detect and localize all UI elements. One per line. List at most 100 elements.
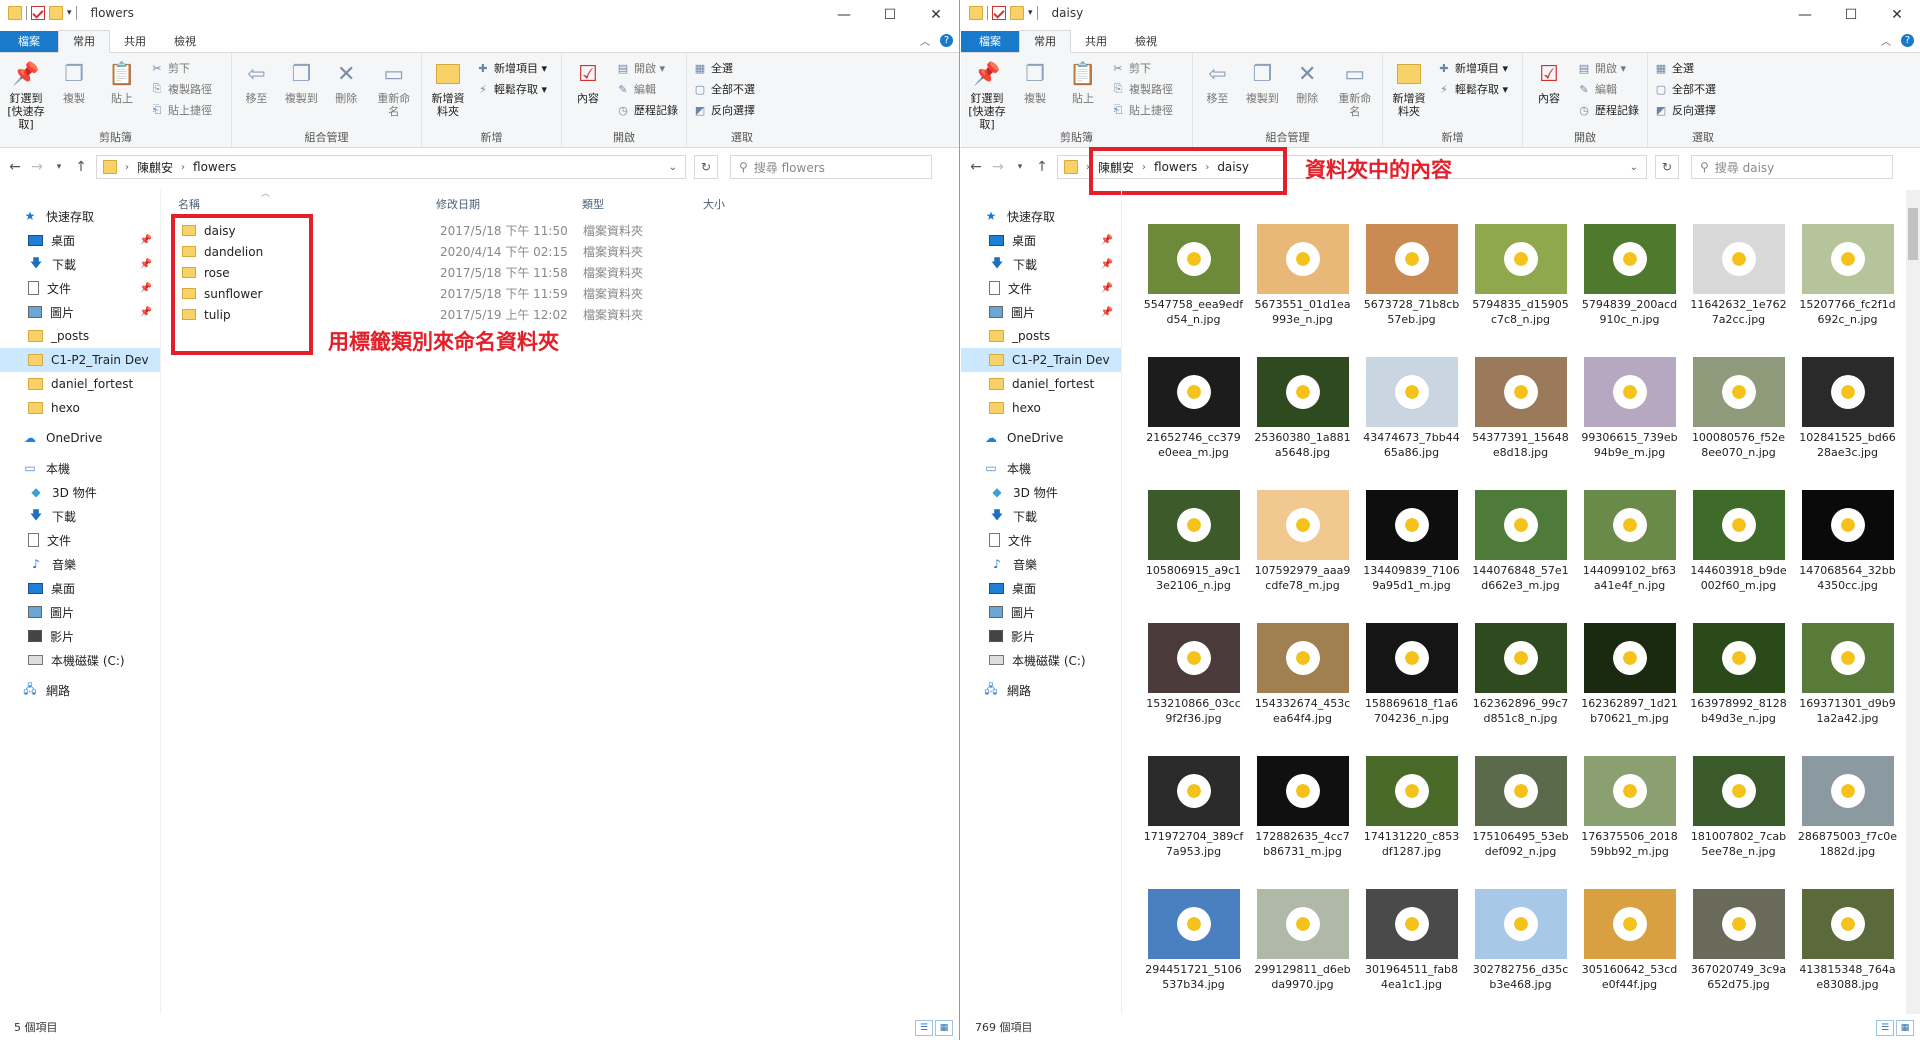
column-name[interactable]: 名稱 — [178, 196, 200, 212]
chevron-down-icon[interactable]: ▾ — [1028, 8, 1033, 18]
nav-item[interactable]: ◆ 3D 物件 — [0, 480, 160, 504]
nav-item[interactable]: 圖片 📌 — [0, 300, 160, 324]
forward-button[interactable]: → — [30, 159, 44, 175]
recent-locations-button[interactable]: ▾ — [1013, 162, 1027, 172]
nav-network[interactable]: 🖧 網路 — [0, 678, 160, 702]
copy-path-button[interactable]: ⎘ 複製路徑 — [150, 80, 212, 98]
nav-item[interactable]: 桌面 📌 — [961, 228, 1121, 252]
search-input[interactable]: ⚲ 搜尋 daisy — [1691, 155, 1893, 179]
tab-home[interactable]: 常用 — [1019, 30, 1071, 53]
image-thumbnail[interactable]: 21652746_cc379e0eea_m.jpg — [1139, 357, 1248, 490]
copy-path-button[interactable]: ⎘ 複製路徑 — [1111, 80, 1173, 98]
details-view-button[interactable]: ☰ — [1876, 1020, 1894, 1036]
nav-this-pc[interactable]: ▭ 本機 — [0, 456, 160, 480]
image-thumbnail[interactable]: 413815348_764ae83088.jpg — [1793, 889, 1902, 1022]
nav-item[interactable]: hexo — [0, 396, 160, 420]
image-thumbnail[interactable]: 299129811_d6ebda9970.jpg — [1248, 889, 1357, 1022]
image-thumbnail[interactable]: 134409839_71069a95d1_m.jpg — [1357, 490, 1466, 623]
image-thumbnail[interactable]: 162362896_99c7d851c8_n.jpg — [1466, 623, 1575, 756]
column-date[interactable]: 修改日期 — [436, 196, 480, 212]
image-thumbnail[interactable]: 162362897_1d21b70621_m.jpg — [1575, 623, 1684, 756]
cut-button[interactable]: ✂ 剪下 — [150, 59, 212, 77]
select-none-button[interactable]: ▢ 全部不選 — [1654, 80, 1716, 98]
image-thumbnail[interactable]: 286875003_f7c0e1882d.jpg — [1793, 756, 1902, 889]
image-thumbnail[interactable]: 5794835_d15905c7c8_n.jpg — [1466, 224, 1575, 357]
image-thumbnail[interactable]: 43474673_7bb4465a86.jpg — [1357, 357, 1466, 490]
image-thumbnail[interactable]: 367020749_3c9a652d75.jpg — [1684, 889, 1793, 1022]
image-thumbnail[interactable]: 302782756_d35cb3e468.jpg — [1466, 889, 1575, 1022]
image-thumbnail[interactable]: 102841525_bd6628ae3c.jpg — [1793, 357, 1902, 490]
maximize-button[interactable]: ☐ — [1828, 0, 1874, 30]
nav-item[interactable]: daniel_fortest — [961, 372, 1121, 396]
address-dropdown-icon[interactable]: ⌄ — [669, 162, 677, 173]
select-all-button[interactable]: ▦ 全選 — [693, 59, 755, 77]
image-thumbnail[interactable]: 171972704_389cf7a953.jpg — [1139, 756, 1248, 889]
nav-item[interactable]: 🡇 下載 📌 — [961, 252, 1121, 276]
maximize-button[interactable]: ☐ — [867, 0, 913, 30]
image-thumbnail[interactable]: 99306615_739eb94b9e_m.jpg — [1575, 357, 1684, 490]
forward-button[interactable]: → — [991, 159, 1005, 175]
nav-item[interactable]: 本機磁碟 (C:) — [961, 648, 1121, 672]
image-thumbnail[interactable]: 169371301_d9b91a2a42.jpg — [1793, 623, 1902, 756]
tab-share[interactable]: 共用 — [1071, 31, 1121, 52]
paste-shortcut-button[interactable]: ⎗ 貼上捷徑 — [1111, 101, 1173, 119]
nav-item[interactable]: 圖片 📌 — [961, 300, 1121, 324]
new-item-button[interactable]: ✚ 新增項目 ▾ — [476, 59, 547, 77]
recent-locations-button[interactable]: ▾ — [52, 162, 66, 172]
minimize-button[interactable]: — — [1782, 0, 1828, 30]
chevron-down-icon[interactable]: ▾ — [67, 8, 72, 18]
image-thumbnail[interactable]: 153210866_03cc9f2f36.jpg — [1139, 623, 1248, 756]
help-icon[interactable]: ? — [940, 34, 953, 47]
breadcrumb-item[interactable]: flowers — [193, 160, 236, 174]
invert-selection-button[interactable]: ◩ 反向選擇 — [693, 101, 755, 119]
nav-this-pc[interactable]: ▭ 本機 — [961, 456, 1121, 480]
open-button[interactable]: ▤ 開啟 ▾ — [1577, 59, 1639, 77]
refresh-button[interactable]: ↻ — [1655, 155, 1679, 179]
nav-item[interactable]: C1-P2_Train Dev — [961, 348, 1121, 372]
image-thumbnail[interactable]: 301964511_fab84ea1c1.jpg — [1357, 889, 1466, 1022]
help-icon[interactable]: ? — [1901, 34, 1914, 47]
scrollbar-thumb[interactable] — [1908, 208, 1918, 260]
image-thumbnail[interactable]: 181007802_7cab5ee78e_n.jpg — [1684, 756, 1793, 889]
history-button[interactable]: ◷ 歷程記錄 — [1577, 101, 1639, 119]
tab-file[interactable]: 檔案 — [961, 31, 1019, 52]
image-thumbnail[interactable]: 144076848_57e1d662e3_m.jpg — [1466, 490, 1575, 623]
nav-item[interactable]: _posts — [961, 324, 1121, 348]
image-thumbnail[interactable]: 158869618_f1a6704236_n.jpg — [1357, 623, 1466, 756]
history-button[interactable]: ◷ 歷程記錄 — [616, 101, 678, 119]
nav-quick-access[interactable]: ★ 快速存取 — [961, 204, 1121, 228]
refresh-button[interactable]: ↻ — [694, 155, 718, 179]
nav-item[interactable]: daniel_fortest — [0, 372, 160, 396]
image-thumbnail[interactable]: 172882635_4cc7b86731_m.jpg — [1248, 756, 1357, 889]
tab-view[interactable]: 檢視 — [1121, 31, 1171, 52]
image-thumbnail[interactable]: 25360380_1a881a5648.jpg — [1248, 357, 1357, 490]
address-bar[interactable]: › 陳麒安 › flowers ⌄ — [96, 155, 686, 179]
nav-item[interactable]: ♪ 音樂 — [0, 552, 160, 576]
back-button[interactable]: ← — [969, 159, 983, 175]
new-item-button[interactable]: ✚ 新增項目 ▾ — [1437, 59, 1508, 77]
image-thumbnail[interactable]: 11642632_1e7627a2cc.jpg — [1684, 224, 1793, 357]
close-button[interactable]: ✕ — [913, 0, 959, 30]
tab-home[interactable]: 常用 — [58, 30, 110, 53]
search-input[interactable]: ⚲ 搜尋 flowers — [730, 155, 932, 179]
image-thumbnail[interactable]: 174131220_c853df1287.jpg — [1357, 756, 1466, 889]
large-icons-view-button[interactable]: ▦ — [935, 1020, 953, 1036]
tab-share[interactable]: 共用 — [110, 31, 160, 52]
invert-selection-button[interactable]: ◩ 反向選擇 — [1654, 101, 1716, 119]
properties-icon[interactable] — [992, 6, 1006, 20]
image-thumbnail[interactable]: 175106495_53ebdef092_n.jpg — [1466, 756, 1575, 889]
image-thumbnail[interactable]: 107592979_aaa9cdfe78_m.jpg — [1248, 490, 1357, 623]
up-button[interactable]: ↑ — [1035, 159, 1049, 175]
vertical-scrollbar[interactable] — [1906, 190, 1920, 1014]
nav-item[interactable]: 文件 📌 — [961, 276, 1121, 300]
new-folder-icon[interactable] — [1010, 6, 1024, 20]
nav-item[interactable]: 圖片 — [0, 600, 160, 624]
paste-shortcut-button[interactable]: ⎗ 貼上捷徑 — [150, 101, 212, 119]
image-thumbnail[interactable]: 5673728_71b8cb57eb.jpg — [1357, 224, 1466, 357]
new-folder-icon[interactable] — [49, 6, 63, 20]
image-thumbnail[interactable]: 15207766_fc2f1d692c_n.jpg — [1793, 224, 1902, 357]
nav-item[interactable]: C1-P2_Train Dev — [0, 348, 160, 372]
image-thumbnail[interactable]: 144603918_b9de002f60_m.jpg — [1684, 490, 1793, 623]
nav-item[interactable]: 🡇 下載 — [961, 504, 1121, 528]
nav-quick-access[interactable]: ★ 快速存取 — [0, 204, 160, 228]
